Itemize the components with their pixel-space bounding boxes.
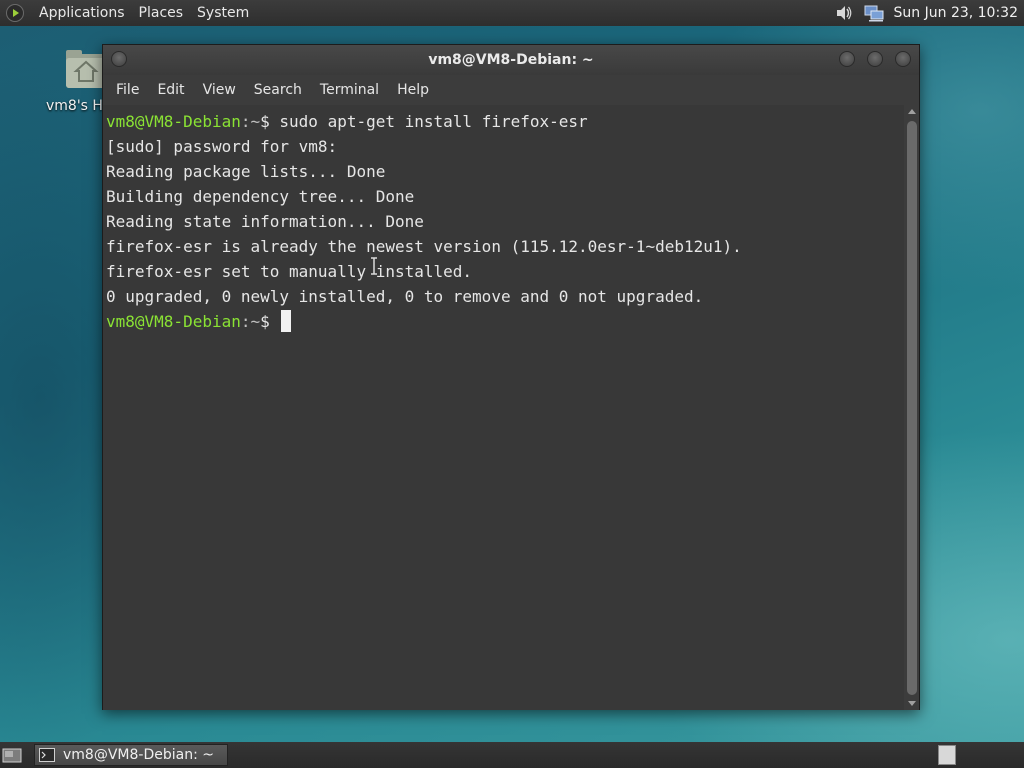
network-icon[interactable] — [864, 3, 884, 23]
menu-terminal[interactable]: Terminal — [311, 75, 388, 105]
applications-menu[interactable]: Applications — [32, 0, 132, 26]
terminal-output[interactable]: vm8@VM8-Debian:~$ sudo apt-get install f… — [103, 105, 906, 710]
menu-edit[interactable]: Edit — [148, 75, 193, 105]
system-menu[interactable]: System — [190, 0, 256, 26]
output-line: Reading package lists... Done — [106, 162, 386, 181]
taskbar-terminal-button[interactable]: vm8@VM8-Debian: ~ — [34, 744, 228, 766]
window-menu-button[interactable] — [111, 51, 127, 67]
maximize-button[interactable] — [867, 51, 883, 67]
prompt-path: :~ — [240, 312, 261, 331]
workspace-switcher[interactable] — [938, 745, 956, 765]
current-prompt-line: vm8@VM8-Debian:~$ — [106, 309, 906, 334]
clock[interactable]: Sun Jun 23, 10:32 — [894, 5, 1018, 21]
prompt-user: vm8@VM8-Debian — [106, 112, 241, 131]
menu-help[interactable]: Help — [388, 75, 438, 105]
command-line: vm8@VM8-Debian:~$ sudo apt-get install f… — [106, 109, 906, 134]
text-cursor — [281, 310, 292, 332]
main-menu-foot-icon[interactable] — [6, 4, 24, 22]
terminal-icon — [39, 748, 55, 762]
menu-file[interactable]: File — [107, 75, 148, 105]
panel-tray: Sun Jun 23, 10:32 — [834, 0, 1024, 26]
taskbar-button-label: vm8@VM8-Debian: ~ — [63, 747, 214, 763]
prompt-path: :~ — [240, 112, 261, 131]
prompt-user: vm8@VM8-Debian — [106, 312, 241, 331]
close-button[interactable] — [895, 51, 911, 67]
window-title: vm8@VM8-Debian: ~ — [428, 52, 594, 68]
terminal-menubar: File Edit View Search Terminal Help — [103, 75, 919, 105]
output-line: firefox-esr is already the newest versio… — [106, 237, 742, 256]
output-line: [sudo] password for vm8: — [106, 137, 338, 156]
bottom-panel: vm8@VM8-Debian: ~ — [0, 742, 1024, 768]
command-text: sudo apt-get install firefox-esr — [269, 112, 588, 131]
desktop-icon-label: vm8's H — [46, 98, 103, 114]
prompt-symbol: $ — [260, 312, 270, 331]
home-folder-icon — [66, 50, 106, 88]
ibeam-pointer-icon — [371, 257, 377, 275]
scroll-up-arrow-icon[interactable] — [908, 109, 916, 114]
terminal-window: vm8@VM8-Debian: ~ File Edit View Search … — [102, 44, 920, 710]
output-line: 0 upgraded, 0 newly installed, 0 to remo… — [106, 287, 704, 306]
menu-view[interactable]: View — [194, 75, 245, 105]
scroll-down-arrow-icon[interactable] — [908, 701, 916, 706]
scroll-thumb[interactable] — [907, 121, 917, 695]
top-panel: Applications Places System Sun Jun 23, 1… — [0, 0, 1024, 26]
places-menu[interactable]: Places — [132, 0, 191, 26]
vertical-scrollbar[interactable] — [904, 105, 919, 710]
output-line: firefox-esr set to manually installed. — [106, 262, 473, 281]
output-line: Reading state information... Done — [106, 212, 424, 231]
minimize-button[interactable] — [839, 51, 855, 67]
volume-icon[interactable] — [834, 3, 854, 23]
prompt-symbol: $ — [260, 112, 270, 131]
show-desktop-icon[interactable] — [2, 746, 22, 764]
output-line: Building dependency tree... Done — [106, 187, 415, 206]
menu-search[interactable]: Search — [245, 75, 311, 105]
window-titlebar[interactable]: vm8@VM8-Debian: ~ — [103, 45, 919, 75]
